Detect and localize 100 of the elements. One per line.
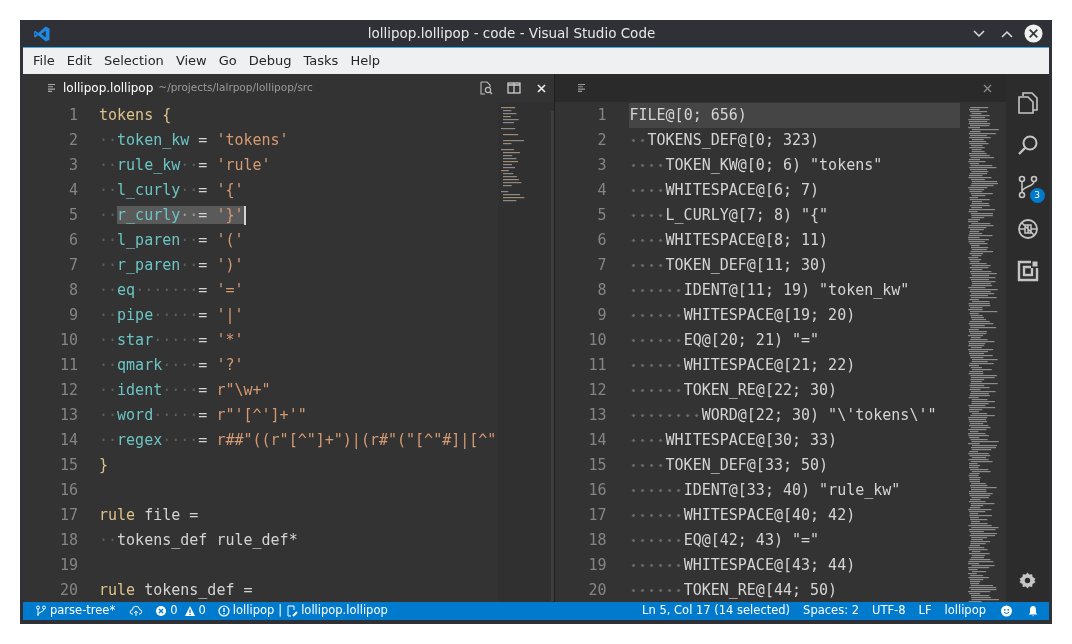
tree-node-line: WHITESPACE@[43; 44) [629, 553, 960, 578]
whitespace-marker: ·· [99, 431, 118, 449]
line-number: 8 [67, 280, 78, 301]
menu-item[interactable]: View [169, 51, 213, 71]
menu-item[interactable]: Debug [242, 51, 298, 71]
tree-node-line: WHITESPACE@[40; 42) [629, 503, 960, 528]
line-number: 13 [587, 405, 607, 426]
whitespace-marker: ·· [99, 131, 118, 149]
code-line: qmark····= '?' [117, 356, 244, 374]
tree-node-line: TOKEN_DEF@[33; 50) [629, 453, 960, 478]
line-number: 17 [58, 505, 78, 526]
menu-item[interactable]: Go [212, 51, 243, 71]
line-number: 11 [58, 355, 78, 376]
code-line: star·····= '*' [117, 331, 244, 349]
file-edit-icon[interactable] [286, 605, 299, 617]
encoding-setting[interactable]: UTF-8 [872, 602, 906, 620]
code-line: r_paren··= ')' [117, 256, 244, 274]
cursor-position[interactable]: Ln 5, Col 17 (14 selected) [642, 602, 791, 620]
tab-path: ~/projects/lalrpop/lollipop/src [158, 80, 313, 96]
indentation-setting[interactable]: Spaces: 2 [803, 602, 859, 620]
file-name[interactable]: lollipop.lollipop [301, 602, 388, 620]
line-number: 17 [587, 505, 607, 526]
code-line: } [99, 456, 109, 474]
info-circle-icon[interactable] [217, 605, 230, 617]
line-number: 5 [596, 205, 607, 226]
line-ending-setting[interactable]: LF [918, 602, 932, 620]
tab-title[interactable]: lollipop.lollipop [63, 79, 154, 97]
menu-item[interactable]: Help [344, 51, 386, 71]
line-number: 13 [58, 405, 78, 426]
minimize-icon[interactable] [972, 28, 986, 39]
language-mode[interactable]: lollipop [944, 602, 986, 620]
line-number: 4 [596, 180, 607, 201]
tree-node-line: WORD@[22; 30) "\'tokens\'" [629, 403, 960, 428]
line-number: 10 [587, 330, 607, 351]
code-line: regex····= r##"((r"[^"]+")|(r#"("[^"#]|[^" [117, 431, 497, 449]
notifications-icon[interactable] [1027, 605, 1039, 617]
code-line: l_curly··= '{' [117, 181, 244, 199]
tree-node-line: TOKENS_DEF@[0; 323) [629, 128, 960, 153]
line-number: 12 [587, 380, 607, 401]
line-number: 7 [596, 255, 607, 276]
code-line: tokens_def rule_def* [117, 531, 298, 549]
branch-name[interactable]: parse-tree* [50, 602, 116, 620]
menu-item[interactable]: Edit [60, 51, 98, 71]
whitespace-marker: ·· [99, 406, 118, 424]
tree-node-line: WHITESPACE@[30; 33) [629, 428, 960, 453]
settings-icon[interactable] [1019, 571, 1036, 589]
line-number: 11 [587, 355, 607, 376]
line-number: 14 [587, 430, 607, 451]
warning-icon[interactable] [183, 605, 196, 617]
whitespace-marker: ·· [99, 181, 118, 199]
menu-item[interactable]: File [27, 51, 61, 71]
line-number: 5 [67, 205, 78, 226]
search-icon[interactable] [1016, 134, 1039, 156]
line-number: 6 [67, 230, 78, 251]
line-number: 18 [58, 530, 78, 551]
cloud-upload-icon[interactable] [129, 605, 144, 617]
code-line: ident····= r"\w+" [117, 381, 271, 399]
code-line: pipe·····= '|' [117, 306, 244, 324]
maximize-icon[interactable] [1000, 28, 1014, 39]
error-icon[interactable] [155, 605, 168, 617]
tree-node-line: TOKEN_RE@[44; 50) [629, 578, 960, 602]
warning-count[interactable]: 0 [198, 602, 206, 620]
whitespace-marker: ·· [99, 331, 118, 349]
line-number: 6 [596, 230, 607, 251]
line-number: 9 [596, 305, 607, 326]
tree-node-line: WHITESPACE@[6; 7) [629, 178, 960, 203]
debug-icon[interactable] [1016, 218, 1039, 240]
branch-icon[interactable] [35, 605, 47, 617]
code-line: rule file = [99, 506, 199, 524]
code-line: rule_kw··= 'rule' [117, 156, 271, 174]
error-count[interactable]: 0 [170, 602, 178, 620]
code-line: token_kw = 'tokens' [117, 131, 289, 149]
tree-node-line: IDENT@[33; 40) "rule_kw" [629, 478, 960, 503]
file-lines-icon [577, 83, 588, 93]
menu-item[interactable]: Selection [97, 51, 170, 71]
code-line: l_paren··= '(' [117, 231, 244, 249]
separator-text: | [278, 602, 283, 620]
project-name[interactable]: lollipop [232, 602, 275, 620]
tree-node-line: EQ@[42; 43) "=" [629, 528, 960, 553]
line-number: 2 [596, 130, 607, 151]
whitespace-marker: ·· [99, 281, 118, 299]
whitespace-marker: ·· [99, 356, 118, 374]
tree-node-line: TOKEN_DEF@[11; 30) [629, 253, 960, 278]
tree-node-line: EQ@[20; 21) "=" [629, 328, 960, 353]
extensions-icon[interactable] [1016, 260, 1039, 282]
whitespace-marker: ·· [99, 256, 118, 274]
close-icon[interactable] [1024, 24, 1043, 43]
line-number: 14 [58, 430, 78, 451]
menu-item[interactable]: Tasks [297, 51, 345, 71]
smiley-icon[interactable] [1000, 605, 1013, 617]
split-editor-icon[interactable] [507, 82, 522, 94]
preview-icon[interactable] [479, 81, 494, 95]
line-number: 20 [587, 580, 607, 601]
line-number: 10 [58, 330, 78, 351]
tree-node-line: TOKEN_RE@[22; 30) [629, 378, 960, 403]
line-number: 1 [596, 105, 607, 126]
files-icon[interactable] [1016, 91, 1039, 115]
line-number: 16 [58, 480, 78, 501]
whitespace-marker: ·· [99, 531, 118, 549]
whitespace-marker: ·· [99, 306, 118, 324]
